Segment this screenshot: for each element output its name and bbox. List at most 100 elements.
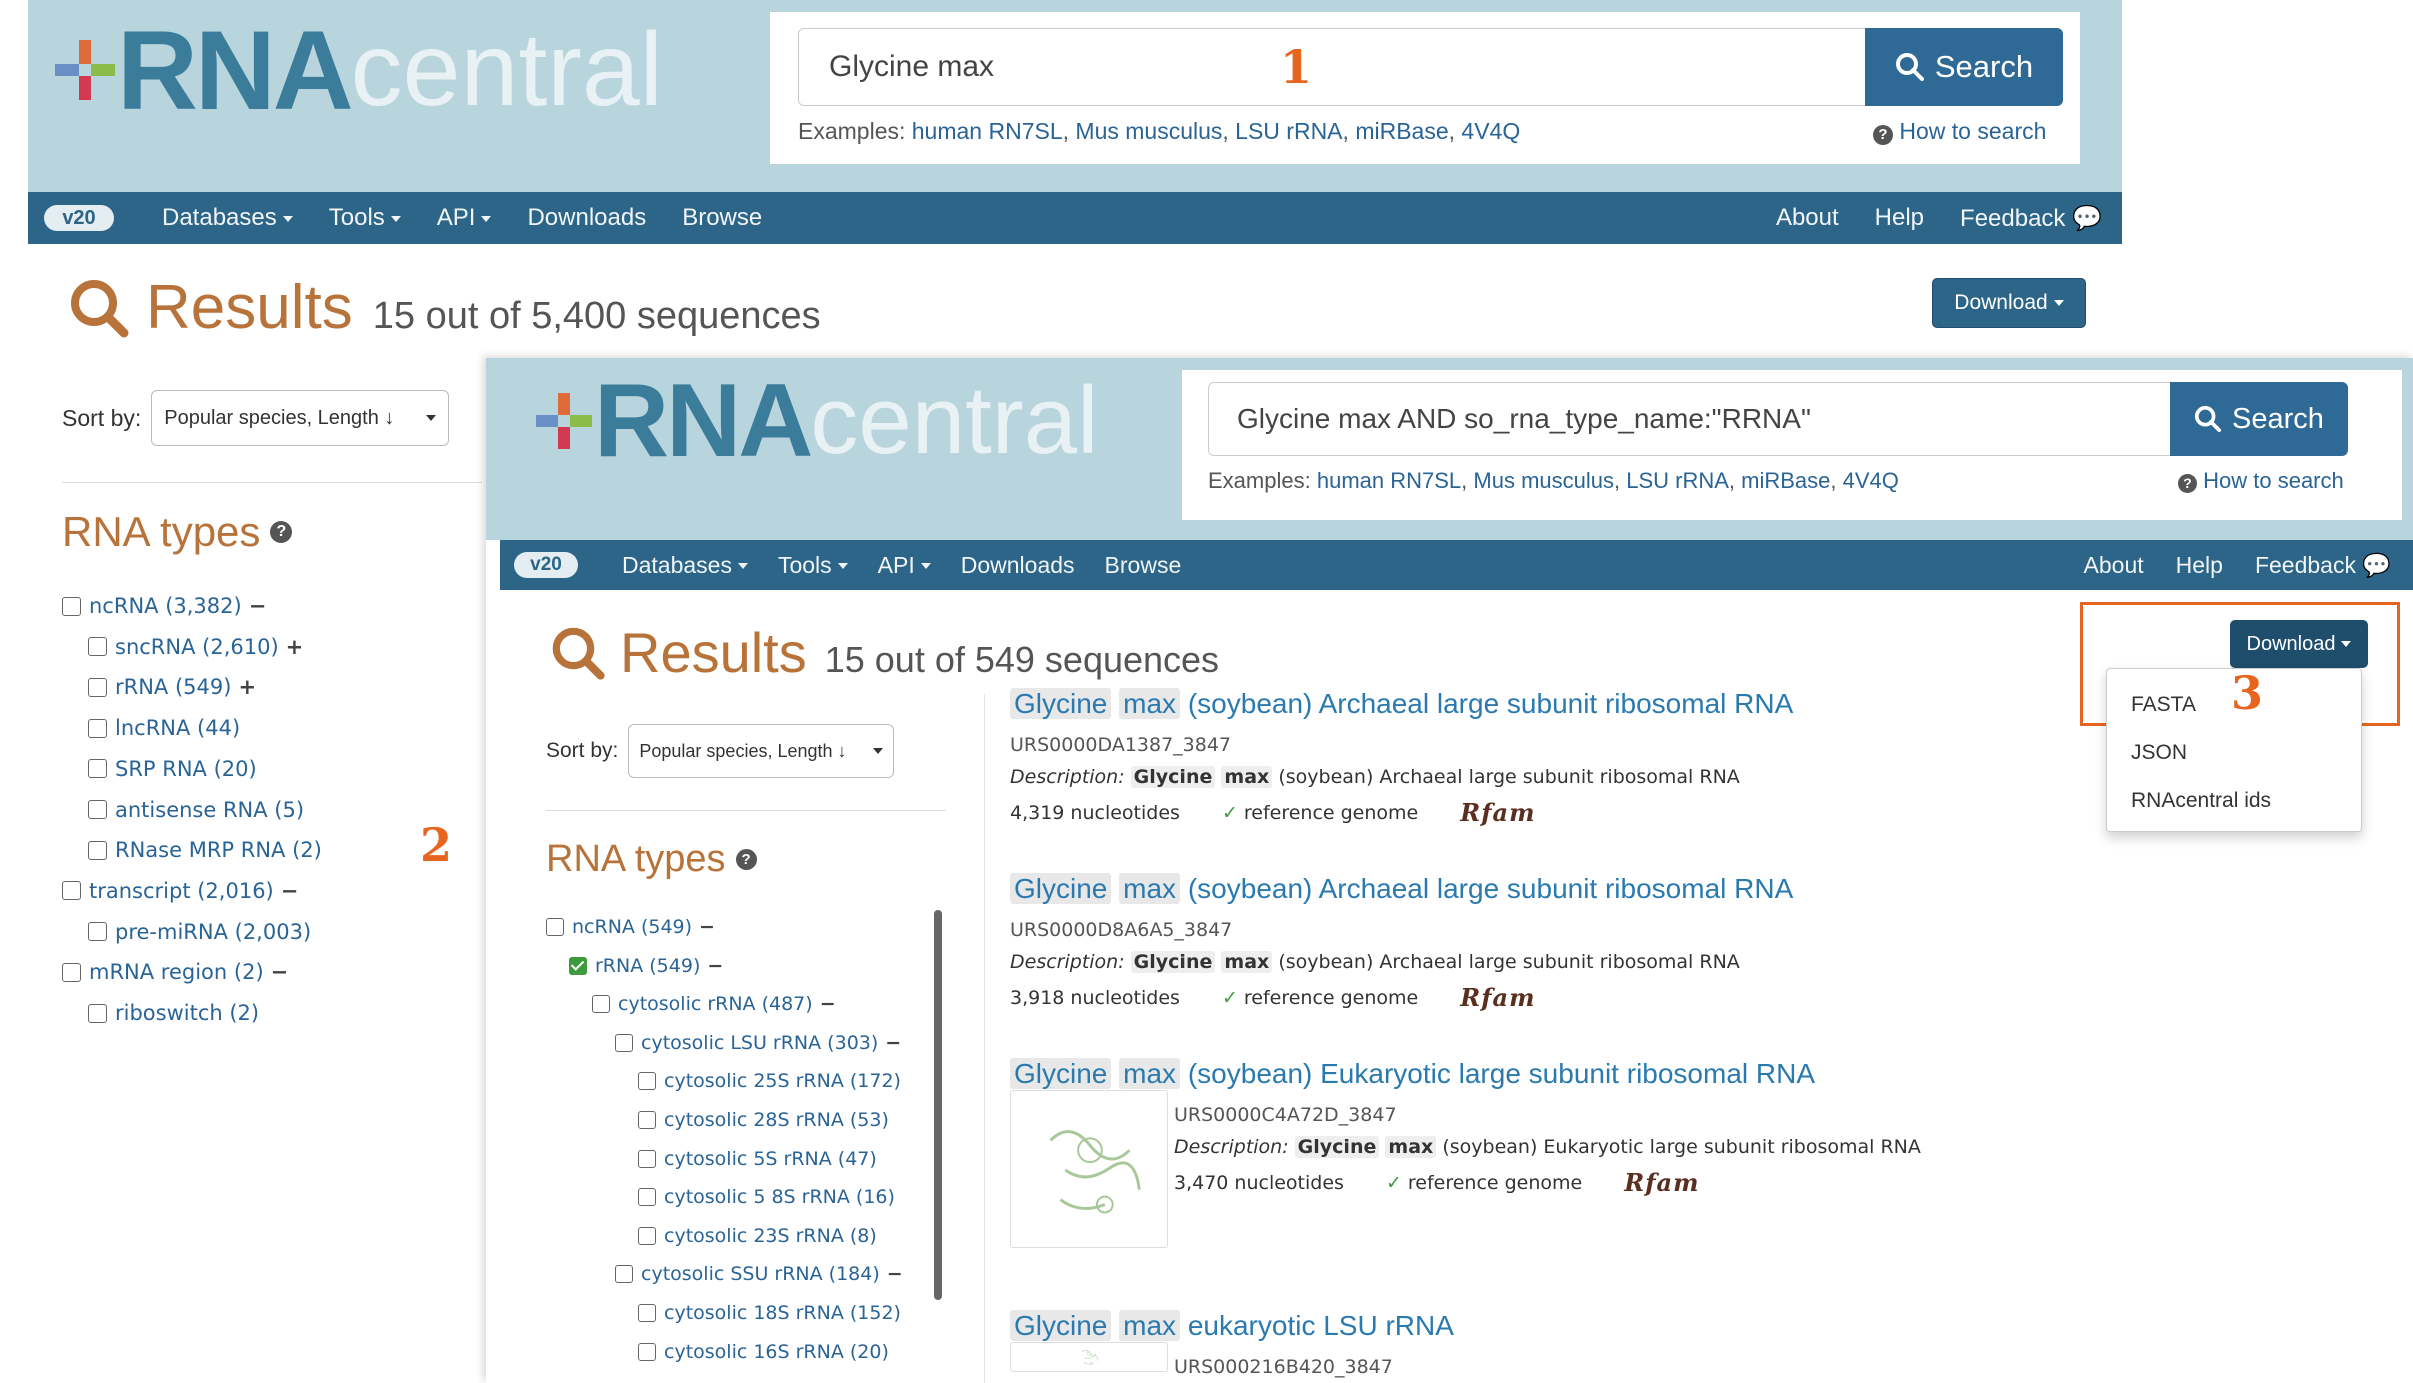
front-how-to-search-link[interactable]: ? How to search (2178, 468, 2344, 494)
facet-label[interactable]: cytosolic 23S rRNA (8) (664, 1225, 877, 1247)
collapse-icon[interactable]: − (885, 1032, 901, 1054)
front-logo[interactable]: RNA central (536, 363, 1098, 479)
nav-tools[interactable]: Tools (778, 552, 848, 579)
facet-label[interactable]: cytosolic SSU rRNA (184) (641, 1263, 880, 1285)
back-logo[interactable]: RNA central (55, 8, 663, 133)
help-icon[interactable]: ? (270, 521, 293, 543)
facet-item[interactable]: ncRNA (3,382) − (62, 594, 266, 618)
nav-downloads[interactable]: Downloads (527, 204, 646, 232)
facet-item[interactable]: cytosolic 23S rRNA (8) (638, 1225, 877, 1247)
secondary-structure-thumbnail[interactable] (1010, 1342, 1168, 1372)
collapse-icon[interactable]: − (887, 1263, 903, 1285)
facet-item[interactable]: riboswitch (2) (88, 1001, 259, 1025)
example-link[interactable]: Mus musculus (1473, 468, 1614, 493)
facet-checkbox[interactable] (638, 1111, 656, 1129)
facet-item[interactable]: sncRNA (2,610) + (88, 635, 303, 659)
facet-checkbox[interactable] (615, 1033, 633, 1052)
facet-label[interactable]: cytosolic 28S rRNA (53) (664, 1109, 889, 1131)
facet-checkbox[interactable] (88, 718, 107, 738)
download-ids-option[interactable]: RNAcentral ids (2131, 789, 2271, 813)
facet-label[interactable]: RNase MRP RNA (2) (115, 838, 322, 862)
facet-item[interactable]: ncRNA (549) − (546, 916, 715, 938)
facet-label[interactable]: cytosolic 5S rRNA (47) (664, 1148, 877, 1170)
facet-label[interactable]: cytosolic rRNA (487) (618, 993, 813, 1015)
facet-checkbox[interactable] (62, 881, 81, 901)
facet-label[interactable]: pre-miRNA (2,003) (115, 920, 311, 944)
front-search-button[interactable]: Search (2170, 382, 2348, 456)
example-link[interactable]: miRBase (1355, 118, 1448, 144)
nav-databases[interactable]: Databases (162, 204, 293, 232)
front-search-input[interactable]: Glycine max AND so_rna_type_name:"RRNA" (1208, 382, 2172, 456)
nav-browse[interactable]: Browse (1105, 552, 1182, 579)
facet-checkbox[interactable] (592, 995, 610, 1014)
nav-api[interactable]: API (437, 204, 492, 232)
facet-checkbox[interactable] (88, 840, 107, 860)
nav-help[interactable]: Help (1875, 204, 1924, 232)
facet-checkbox[interactable] (88, 800, 107, 819)
collapse-icon[interactable]: − (820, 993, 836, 1015)
facet-label[interactable]: riboswitch (2) (115, 1001, 259, 1025)
nav-about[interactable]: About (2084, 552, 2144, 579)
sort-select[interactable]: Popular species, Length ↓ (151, 390, 450, 446)
facet-item[interactable]: cytosolic 18S rRNA (152) (638, 1302, 901, 1324)
nav-feedback[interactable]: Feedback 💬 (2255, 552, 2391, 579)
collapse-icon[interactable]: − (281, 879, 299, 903)
example-link[interactable]: LSU rRNA (1626, 468, 1729, 493)
facet-label[interactable]: cytosolic LSU rRNA (303) (641, 1032, 878, 1054)
facet-checkbox[interactable] (88, 759, 107, 779)
download-fasta-option[interactable]: FASTA (2131, 693, 2196, 717)
facet-item[interactable]: SRP RNA (20) (88, 757, 257, 781)
facet-checkbox[interactable] (546, 918, 564, 936)
back-search-button[interactable]: Search (1865, 28, 2063, 106)
result-title-link[interactable]: Glycine max (soybean) Archaeal large sub… (1010, 873, 1793, 905)
example-link[interactable]: LSU rRNA (1235, 118, 1342, 144)
facet-item[interactable]: cytosolic 16S rRNA (20) (638, 1341, 889, 1363)
collapse-icon[interactable]: − (707, 955, 723, 977)
facet-label[interactable]: transcript (2,016) (89, 879, 274, 903)
nav-downloads[interactable]: Downloads (961, 552, 1075, 579)
facet-checkbox[interactable] (638, 1304, 656, 1322)
back-how-to-search-link[interactable]: ? How to search (1873, 118, 2046, 145)
facet-item[interactable]: cytosolic 5S rRNA (47) (638, 1148, 877, 1170)
facet-checkbox[interactable] (638, 1149, 656, 1168)
facet-item[interactable]: cytosolic 5 8S rRNA (16) (638, 1186, 895, 1208)
result-title-link[interactable]: Glycine max eukaryotic LSU rRNA (1010, 1310, 1454, 1342)
facet-item[interactable]: rRNA (549) − (569, 955, 723, 977)
front-download-button[interactable]: Download (2230, 620, 2368, 668)
facet-label[interactable]: antisense RNA (5) (115, 798, 304, 822)
collapse-icon[interactable]: − (699, 916, 715, 938)
facet-checkbox[interactable] (638, 1342, 656, 1361)
facet-label[interactable]: cytosolic 25S rRNA (172) (664, 1070, 901, 1092)
facet-item[interactable]: cytosolic 25S rRNA (172) (638, 1070, 901, 1092)
facet-checkbox[interactable] (62, 962, 81, 982)
facet-label[interactable]: sncRNA (2,610) (115, 635, 279, 659)
facet-checkbox[interactable] (88, 637, 107, 657)
facet-label[interactable]: ncRNA (549) (572, 916, 692, 938)
rfam-logo-icon[interactable]: Rfam (1624, 1168, 1699, 1197)
example-link[interactable]: 4V4Q (1843, 468, 1899, 493)
facet-checkbox[interactable] (569, 956, 587, 975)
facet-label[interactable]: rRNA (549) (595, 955, 700, 977)
sort-select[interactable]: Popular species, Length ↓ (628, 724, 895, 778)
facet-label[interactable]: cytosolic 18S rRNA (152) (664, 1302, 901, 1324)
nav-databases[interactable]: Databases (622, 552, 748, 579)
facet-item[interactable]: cytosolic rRNA (487) − (592, 993, 836, 1015)
facet-item[interactable]: RNase MRP RNA (2) (88, 838, 322, 862)
expand-icon[interactable]: + (286, 635, 304, 659)
facet-item[interactable]: lncRNA (44) (88, 716, 240, 740)
facet-checkbox[interactable] (615, 1265, 633, 1284)
facet-item[interactable]: transcript (2,016) − (62, 879, 298, 903)
nav-tools[interactable]: Tools (329, 204, 401, 232)
nav-help[interactable]: Help (2176, 552, 2223, 579)
facet-checkbox[interactable] (62, 596, 81, 616)
example-link[interactable]: human RN7SL (912, 118, 1063, 144)
facet-item[interactable]: cytosolic LSU rRNA (303) − (615, 1032, 901, 1054)
facet-scrollbar[interactable] (934, 910, 942, 1300)
facet-label[interactable]: cytosolic 5 8S rRNA (16) (664, 1186, 895, 1208)
rfam-logo-icon[interactable]: Rfam (1460, 983, 1535, 1012)
facet-checkbox[interactable] (88, 1003, 107, 1023)
expand-icon[interactable]: + (238, 675, 256, 699)
nav-feedback[interactable]: Feedback 💬 (1960, 204, 2102, 233)
facet-item[interactable]: antisense RNA (5) (88, 798, 304, 822)
facet-label[interactable]: mRNA region (2) (89, 960, 264, 984)
